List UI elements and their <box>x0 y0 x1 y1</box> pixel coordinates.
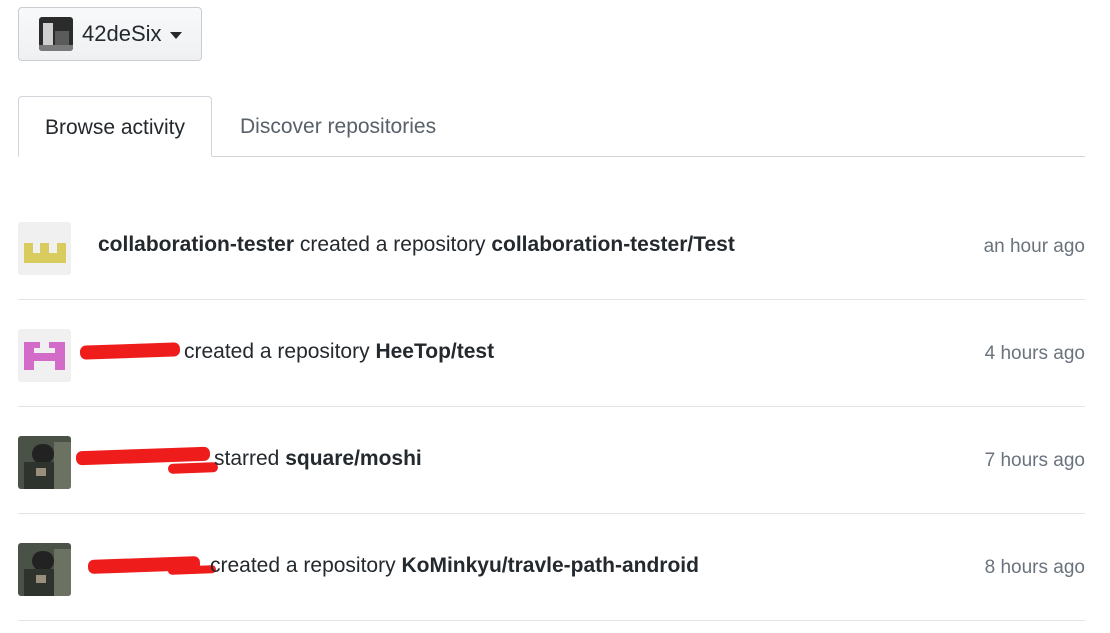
account-switcher-button[interactable]: 42deSix <box>18 7 202 61</box>
feed-item: collaboration-tester created a repositor… <box>18 193 1085 300</box>
redaction-mark <box>167 565 217 575</box>
caret-down-icon <box>169 32 182 39</box>
repository-link[interactable]: KoMinkyu/travle-path-android <box>401 554 699 577</box>
user-avatar[interactable] <box>18 436 71 489</box>
redaction-mark <box>167 462 219 474</box>
feed-item-text: collaboration-tester created a repositor… <box>98 233 735 257</box>
timestamp: 7 hours ago <box>984 450 1085 471</box>
user-avatar[interactable] <box>18 543 71 596</box>
activity-feed: collaboration-tester created a repositor… <box>18 193 1085 621</box>
tab-discover-repositories[interactable]: Discover repositories <box>240 96 436 156</box>
feed-item-text: created a repository KoMinkyu/travle-pat… <box>210 554 699 578</box>
timestamp: 4 hours ago <box>984 343 1085 364</box>
feed-item: created a repository KoMinkyu/travle-pat… <box>18 514 1085 621</box>
feed-item-text: created a repository HeeTop/test <box>184 340 494 364</box>
feed-item: starred square/moshi 7 hours ago <box>18 407 1085 514</box>
timestamp: 8 hours ago <box>984 557 1085 578</box>
action-text: starred <box>214 447 280 470</box>
account-name: 42deSix <box>82 21 162 46</box>
dashboard-tabs: Browse activity Discover repositories <box>18 96 1085 157</box>
account-avatar <box>39 17 73 51</box>
feed-item: created a repository HeeTop/test 4 hours… <box>18 300 1085 407</box>
actor-link[interactable]: collaboration-tester <box>98 233 294 256</box>
action-text: created a repository <box>210 554 396 577</box>
timestamp: an hour ago <box>983 236 1085 257</box>
action-text: created a repository <box>184 340 370 363</box>
repository-link[interactable]: collaboration-tester/Test <box>491 233 735 256</box>
feed-item-text: starred square/moshi <box>214 447 422 471</box>
user-avatar[interactable] <box>18 222 71 275</box>
redaction-mark <box>79 342 181 360</box>
tab-browse-activity[interactable]: Browse activity <box>18 96 212 157</box>
user-avatar[interactable] <box>18 329 71 382</box>
action-text: created a repository <box>299 233 486 256</box>
repository-link[interactable]: HeeTop/test <box>375 340 494 363</box>
repository-link[interactable]: square/moshi <box>285 447 422 470</box>
